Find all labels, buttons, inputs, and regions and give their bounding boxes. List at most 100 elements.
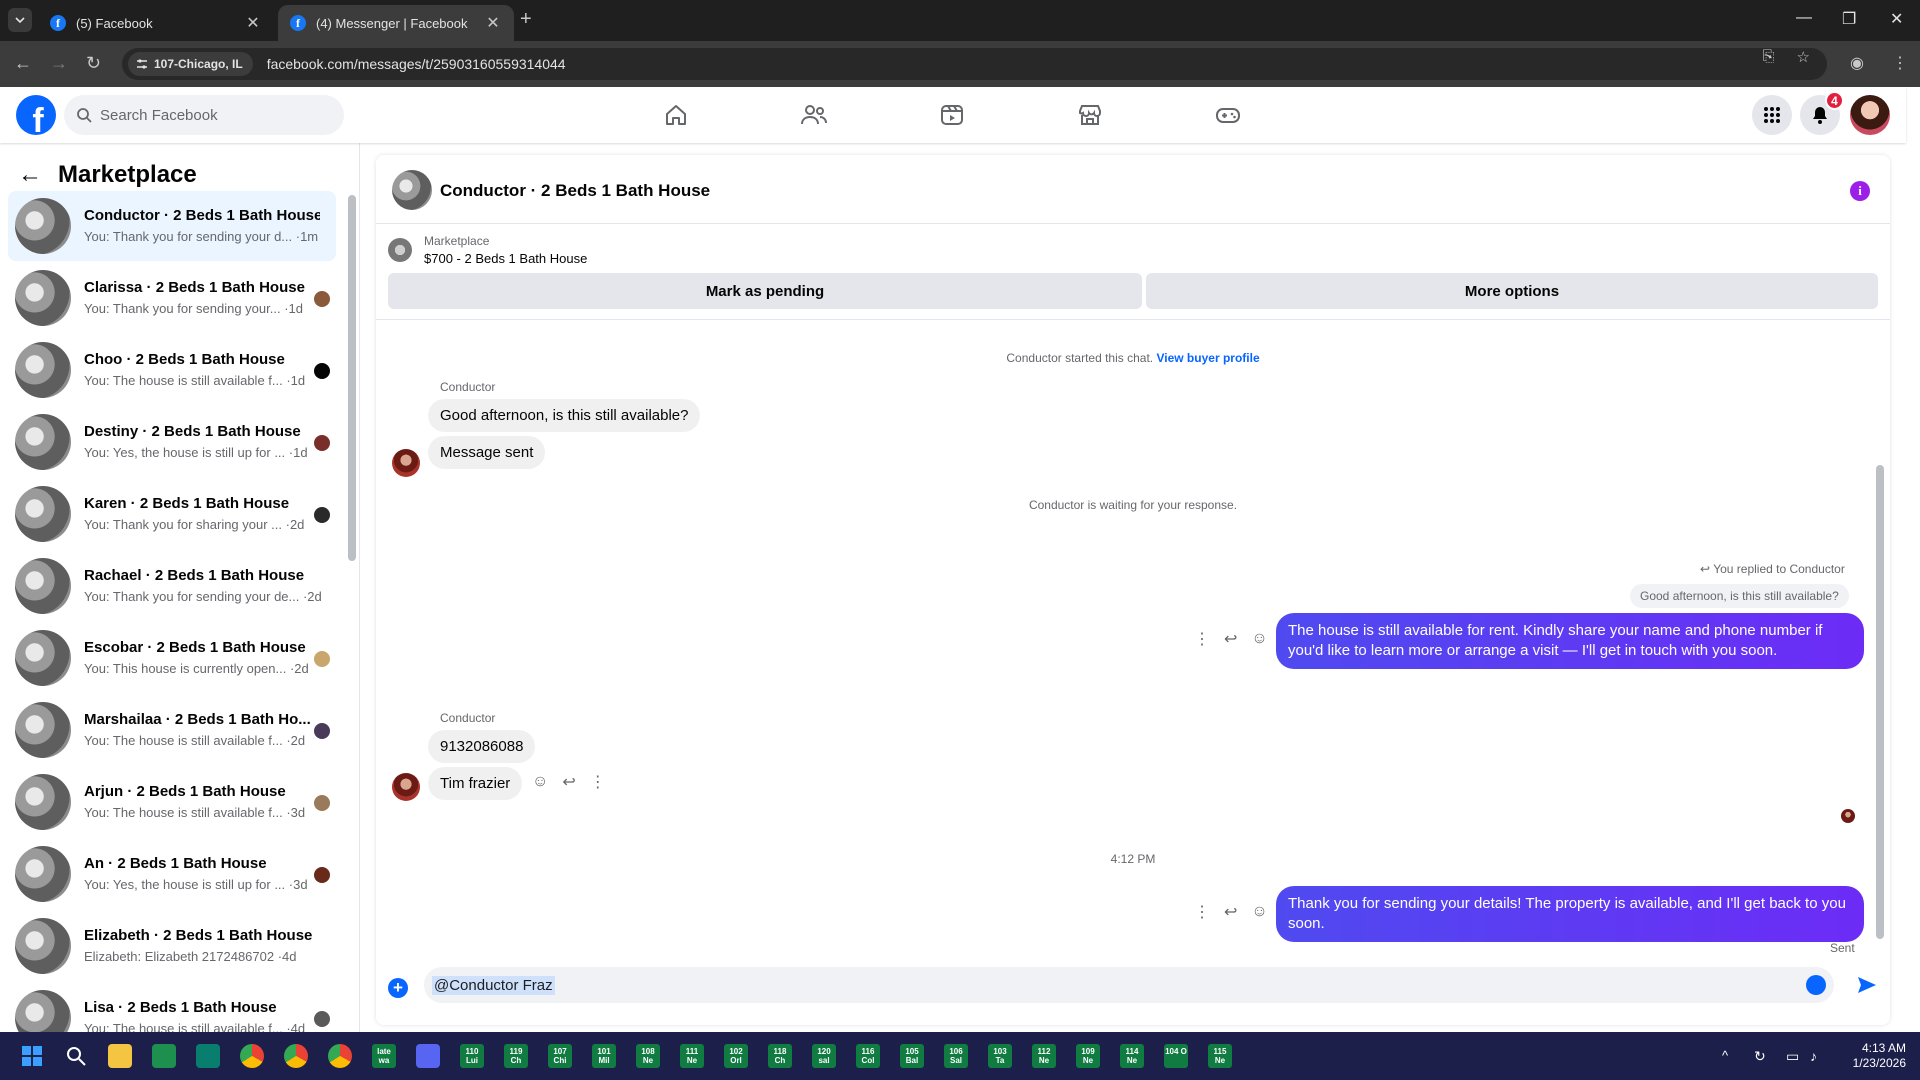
incoming-message[interactable]: 9132086088 [428, 730, 536, 763]
conversation-item[interactable]: Karen · 2 Beds 1 Bath House You: Thank y… [8, 479, 336, 549]
facebook-search-box[interactable] [64, 95, 344, 135]
reload-icon[interactable]: ↻ [86, 53, 101, 74]
message-input[interactable]: @Conductor Fraz [424, 967, 1834, 1003]
omnibox[interactable]: 107-Chicago, IL facebook.com/messages/t/… [122, 48, 1827, 80]
tab-search-button[interactable] [8, 8, 32, 32]
reply-icon[interactable]: ↩ [562, 772, 575, 792]
more-icon[interactable]: ⋮ [1194, 629, 1210, 649]
react-emoji-icon[interactable]: ☺ [1251, 630, 1267, 648]
app-icon[interactable] [416, 1044, 440, 1068]
network-icon[interactable]: ▭ [1786, 1048, 1802, 1064]
spreadsheet-window[interactable]: 115 Ne [1208, 1044, 1232, 1068]
spreadsheet-window[interactable]: 107 Chi [548, 1044, 572, 1068]
new-tab-button[interactable]: + [520, 8, 532, 31]
spreadsheet-window[interactable]: 114 Ne [1120, 1044, 1144, 1068]
spreadsheet-window[interactable]: 101 Mil [592, 1044, 616, 1068]
conversation-item[interactable]: Clarissa · 2 Beds 1 Bath House You: Than… [8, 263, 336, 333]
sender-avatar[interactable] [392, 773, 420, 801]
chrome-icon[interactable] [284, 1044, 308, 1068]
close-tab-icon[interactable]: ✕ [484, 13, 502, 33]
more-options-button[interactable]: More options [1146, 273, 1878, 309]
react-emoji-icon[interactable]: ☺ [1251, 903, 1267, 921]
spreadsheet-window[interactable]: 103 Ta [988, 1044, 1012, 1068]
tray-chevron-up-icon[interactable]: ^ [1722, 1048, 1738, 1064]
back-arrow-icon[interactable]: ← [18, 161, 42, 189]
sender-avatar[interactable] [392, 449, 420, 477]
spreadsheet-window[interactable]: 102 Orl [724, 1044, 748, 1068]
incoming-message[interactable]: Tim frazier [428, 767, 523, 800]
chat-scrollbar[interactable] [1876, 465, 1884, 939]
restore-window-icon[interactable]: ❐ [1842, 9, 1856, 29]
forward-arrow-icon[interactable]: → [50, 53, 68, 74]
chrome-icon[interactable] [240, 1044, 264, 1068]
outgoing-message[interactable]: Thank you for sending your details! The … [1276, 886, 1864, 942]
voicemail-app-icon[interactable] [196, 1044, 220, 1068]
conversation-item[interactable]: Choo · 2 Beds 1 Bath House You: The hous… [8, 335, 336, 405]
file-explorer-icon[interactable] [108, 1044, 132, 1068]
emoji-icon[interactable] [1806, 975, 1826, 995]
chrome-icon[interactable] [328, 1044, 352, 1068]
spreadsheet-window[interactable]: 110 Lui [460, 1044, 484, 1068]
install-app-icon[interactable]: ⎘ [1763, 48, 1775, 66]
profile-icon[interactable]: ◉ [1850, 53, 1864, 73]
bookmark-star-icon[interactable]: ☆ [1797, 48, 1810, 66]
conversation-item[interactable]: Destiny · 2 Beds 1 Bath House You: Yes, … [8, 407, 336, 477]
incoming-message[interactable]: Message sent [428, 436, 546, 469]
conversation-item[interactable]: Marshailaa · 2 Beds 1 Bath Ho... You: Th… [8, 695, 336, 765]
listing-title[interactable]: $700 - 2 Beds 1 Bath House [424, 251, 587, 266]
spreadsheet-window[interactable]: 104 O [1164, 1044, 1188, 1068]
home-icon[interactable] [656, 95, 696, 135]
browser-tab-messenger[interactable]: f (4) Messenger | Facebook ✕ [278, 5, 514, 41]
reply-icon[interactable]: ↩ [1224, 902, 1237, 922]
spreadsheet-window[interactable]: 105 Bal [900, 1044, 924, 1068]
spreadsheet-window[interactable]: 120 sal [812, 1044, 836, 1068]
facebook-search-input[interactable] [100, 106, 320, 124]
spreadsheet-window[interactable]: late wa [372, 1044, 396, 1068]
plus-icon[interactable]: + [388, 978, 408, 998]
conversation-item[interactable]: Elizabeth · 2 Beds 1 Bath House Elizabet… [8, 911, 336, 981]
facebook-logo-icon[interactable]: f [16, 95, 56, 135]
quoted-message[interactable]: Good afternoon, is this still available? [1630, 584, 1849, 608]
send-icon[interactable] [1856, 974, 1878, 996]
system-clock[interactable]: 4:13 AM 1/23/2026 [1840, 1041, 1906, 1071]
listing-thumbnail[interactable] [392, 170, 432, 210]
close-window-icon[interactable]: ✕ [1890, 9, 1903, 29]
account-avatar[interactable] [1850, 95, 1890, 135]
close-tab-icon[interactable]: ✕ [244, 13, 262, 33]
friends-icon[interactable] [794, 95, 834, 135]
spreadsheet-window[interactable]: 111 Ne [680, 1044, 704, 1068]
spreadsheet-window[interactable]: 106 Sal [944, 1044, 968, 1068]
incoming-message[interactable]: Good afternoon, is this still available? [428, 399, 701, 432]
browser-tab-facebook[interactable]: f (5) Facebook ✕ [38, 5, 274, 41]
view-buyer-profile-link[interactable]: View buyer profile [1156, 351, 1259, 365]
kebab-menu-icon[interactable]: ⋮ [1892, 53, 1908, 73]
outgoing-message[interactable]: The house is still available for rent. K… [1276, 613, 1864, 669]
marketplace-icon[interactable] [1070, 95, 1110, 135]
spreadsheet-window[interactable]: 118 Ch [768, 1044, 792, 1068]
gaming-icon[interactable] [1208, 95, 1248, 135]
spreadsheet-window[interactable]: 108 Ne [636, 1044, 660, 1068]
conversation-item[interactable]: Arjun · 2 Beds 1 Bath House You: The hou… [8, 767, 336, 837]
menu-grid-icon[interactable] [1752, 95, 1792, 135]
search-icon[interactable] [64, 1044, 88, 1068]
conversation-item[interactable]: Rachael · 2 Beds 1 Bath House You: Thank… [8, 551, 336, 621]
volume-icon[interactable]: ♪ [1810, 1048, 1826, 1064]
minimize-window-icon[interactable]: — [1796, 9, 1812, 27]
spreadsheet-window[interactable]: 109 Ne [1076, 1044, 1100, 1068]
conversation-item[interactable]: An · 2 Beds 1 Bath House You: Yes, the h… [8, 839, 336, 909]
back-arrow-icon[interactable]: ← [14, 53, 32, 74]
spreadsheet-window[interactable]: 119 Ch [504, 1044, 528, 1068]
spreadsheet-window[interactable]: 116 Col [856, 1044, 880, 1068]
mark-as-pending-button[interactable]: Mark as pending [388, 273, 1142, 309]
reply-icon[interactable]: ↩ [1224, 629, 1237, 649]
sync-icon[interactable]: ↻ [1754, 1048, 1770, 1064]
spreadsheet-app-icon[interactable] [152, 1044, 176, 1068]
conversation-item[interactable]: Lisa · 2 Beds 1 Bath House You: The hous… [8, 983, 336, 1032]
video-icon[interactable] [932, 95, 972, 135]
more-icon[interactable]: ⋮ [590, 772, 606, 792]
conversation-list-scrollbar[interactable] [348, 195, 356, 561]
notifications-button[interactable]: 4 [1800, 91, 1844, 135]
chat-title[interactable]: Conductor · 2 Beds 1 Bath House [440, 181, 710, 201]
more-icon[interactable]: ⋮ [1194, 902, 1210, 922]
location-chip[interactable]: 107-Chicago, IL [128, 52, 253, 76]
